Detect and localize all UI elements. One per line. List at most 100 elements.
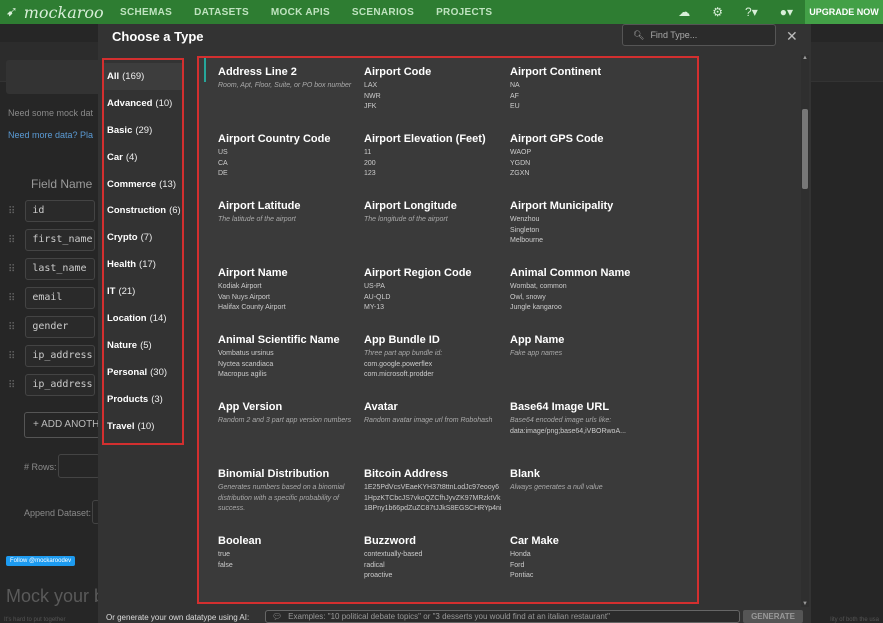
field-name-input[interactable]: first_name [25,229,96,251]
type-option[interactable]: Airport Name Kodiak Airport Van Nuys Airpo… [218,267,364,334]
drag-handle-icon[interactable]: ⠿ [8,293,15,304]
field-name-input[interactable]: ip_address [25,345,96,367]
category-crypto[interactable]: Crypto (7) [104,224,182,251]
type-name: Animal Common Name [510,267,631,279]
category-it[interactable]: IT (21) [104,278,182,305]
scrollbar[interactable]: ▲ ▼ [801,55,809,607]
drag-handle-icon[interactable]: ⠿ [8,351,15,362]
scroll-down-icon[interactable]: ▼ [802,601,808,607]
type-description: Fake app names [510,350,563,357]
drag-handle-icon[interactable]: ⠿ [8,206,15,217]
type-example: Singleton [510,226,540,234]
type-option[interactable]: Airport Latitude The latitude of the airp… [218,200,364,267]
field-name-input[interactable]: gender [25,316,96,338]
type-example: NA [510,82,520,89]
field-name-input[interactable]: email [25,287,96,309]
type-option[interactable]: Airport GPS Code WAOP YGDN ZGXN [510,133,656,200]
help-icon[interactable]: ?▾ [745,5,758,19]
category-nature[interactable]: Nature (5) [104,332,182,359]
category-list: All (169) Advanced (10) Basic (29) Car (4) Comme… [102,58,184,445]
type-option[interactable]: Airport Region Code US-PA AU-QLD MY-13 [364,267,510,334]
type-option[interactable]: Airport Continent NA AF EU [510,66,656,133]
nav-link-schemas[interactable]: SCHEMAS [120,7,172,18]
type-option[interactable]: Bitcoin Address 1E25PdVcsVEaeKYH37t8ttnLo… [364,468,510,535]
drag-handle-icon[interactable]: ⠿ [8,322,15,333]
type-option[interactable]: Airport Elevation (Feet) 11 200 123 [364,133,510,200]
find-type-input[interactable] [650,30,761,40]
scroll-up-icon[interactable]: ▲ [802,55,808,61]
type-option[interactable]: Blank Always generates a null value [510,468,656,535]
category-commerce[interactable]: Commerce (13) [104,171,182,198]
category-count: (10) [137,420,155,432]
scrollbar-thumb[interactable] [802,109,808,189]
drag-handle-icon[interactable]: ⠿ [8,380,15,391]
type-option[interactable]: Car Make Honda Ford Pontiac [510,535,656,602]
category-car[interactable]: Car (4) [104,144,182,171]
type-grid-panel: Address Line 2 Room, Apt, Floor, Suite, o… [197,56,699,604]
category-construction[interactable]: Construction (6) [104,197,182,224]
type-description: Generates numbers based on a binomial di… [218,484,345,512]
type-option[interactable]: Airport Municipality Wenzhou Singleton Melb… [510,200,656,267]
gear-icon[interactable]: ⚙ [712,5,723,19]
type-option[interactable]: App Version Random 2 and 3 part app versi… [218,401,364,468]
type-option[interactable]: App Bundle ID Three part app bundle id: co… [364,334,510,401]
generate-button[interactable]: GENERATE [743,610,803,623]
nav-link-mock-apis[interactable]: MOCK APIS [271,7,330,18]
type-example: AF [510,92,519,100]
type-example: com.microsoft.prodder [364,371,434,378]
type-description: The latitude of the airport [218,216,296,223]
selection-accent [204,58,206,82]
category-advanced[interactable]: Advanced (10) [104,90,182,117]
find-type-search[interactable]: 🔍︎ [622,24,776,46]
field-row: ⠿ first_name [8,229,96,251]
nav-link-projects[interactable]: PROJECTS [436,7,492,18]
category-name: Personal [107,366,148,378]
type-example: Van Nuys Airport [218,293,271,301]
field-name-input[interactable]: last_name [25,258,96,280]
category-travel[interactable]: Travel (10) [104,413,182,440]
drag-handle-icon[interactable]: ⠿ [8,235,15,246]
type-example: Owl, snowy [510,293,546,301]
type-option[interactable]: Base64 Image URL Base64 encoded image url… [510,401,656,468]
rows-input[interactable] [58,454,100,478]
drag-handle-icon[interactable]: ⠿ [8,264,15,275]
chat-icon: 💬︎ [272,612,283,621]
close-button[interactable]: ✕ [786,28,798,45]
category-all[interactable]: All (169) [104,63,182,90]
type-option[interactable]: Boolean true false [218,535,364,602]
category-basic[interactable]: Basic (29) [104,117,182,144]
category-count: (7) [140,232,153,244]
nav-link-scenarios[interactable]: SCENARIOS [352,7,414,18]
upgrade-button[interactable]: UPGRADE NOW [805,0,883,24]
ai-prompt-input[interactable]: 💬︎ Examples: "10 political debate topics… [265,610,740,623]
type-option[interactable]: Airport Country Code US CA DE [218,133,364,200]
type-name: Airport Code [364,66,432,78]
type-option[interactable]: Animal Common Name Wombat, common Owl, sno… [510,267,656,334]
category-personal[interactable]: Personal (30) [104,359,182,386]
notice-line-2[interactable]: Need more data? Pla [8,124,93,146]
type-example: true [218,551,231,558]
add-field-button[interactable]: + ADD ANOTH [24,412,100,438]
type-name: App Name [510,334,565,346]
type-option[interactable]: Address Line 2 Room, Apt, Floor, Suite, o… [218,66,364,133]
ai-label: Or generate your own datatype using AI: [106,613,250,622]
type-option[interactable]: Airport Longitude The longitude of the ai… [364,200,510,267]
type-name: Airport Municipality [510,200,614,212]
nav-link-datasets[interactable]: DATASETS [194,7,249,18]
type-option[interactable]: App Name Fake app names [510,334,656,401]
category-location[interactable]: Location (14) [104,305,182,332]
type-option[interactable]: Binomial Distribution Generates numbers b… [218,468,364,535]
category-health[interactable]: Health (17) [104,251,182,278]
type-option[interactable]: Buzzword contextually-based radical proacti… [364,535,510,602]
type-option[interactable]: Animal Scientific Name Vombatus ursinus Ny… [218,334,364,401]
twitter-follow-button[interactable]: Follow @mockaroodev [6,556,76,566]
category-count: (21) [118,286,136,298]
field-name-input[interactable]: ip_address [25,374,96,396]
field-name-input[interactable]: id [25,200,96,222]
type-option[interactable]: Airport Code LAX NWR JFK [364,66,510,133]
brand[interactable]: ➹ mockaroo [0,3,112,22]
type-option[interactable]: Avatar Random avatar image url from Roboh… [364,401,510,468]
cloud-upload-icon[interactable]: ☁ [678,5,690,19]
category-products[interactable]: Products (3) [104,386,182,413]
user-icon[interactable]: ●▾ [780,5,793,19]
